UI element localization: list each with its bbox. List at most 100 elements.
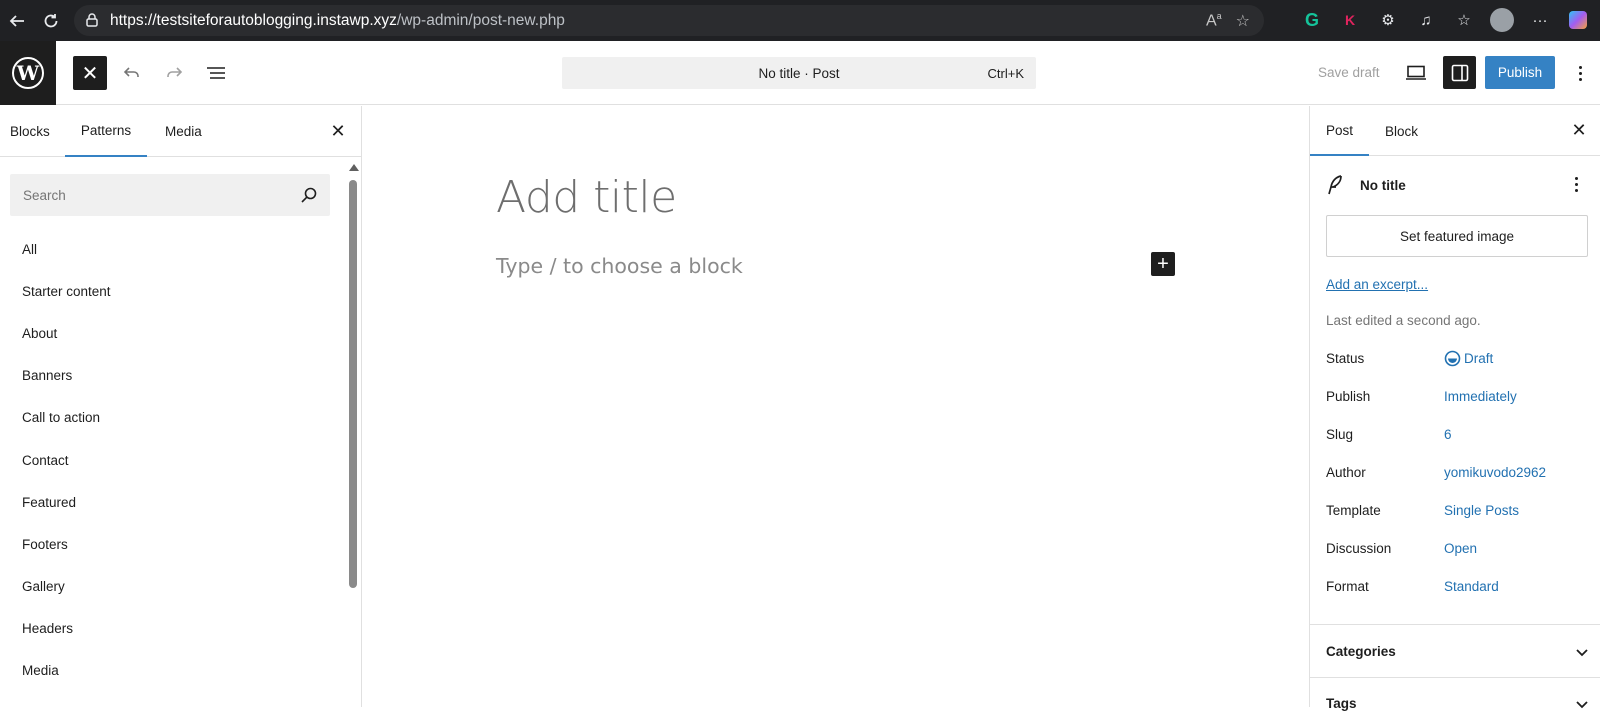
panel-divider (1310, 624, 1600, 625)
meta-label: Template (1326, 503, 1381, 518)
tab-blocks[interactable]: Blocks (10, 106, 50, 157)
scroll-up-arrow-icon[interactable] (349, 164, 359, 171)
favorite-star-icon[interactable]: ☆ (1236, 11, 1250, 31)
panel-title: Tags (1326, 696, 1357, 711)
chevron-down-icon (1576, 649, 1588, 657)
editor-header: W ✕ No title · Post Ctrl+K Save draft Pu… (0, 41, 1600, 105)
meta-row-format: Format Standard (1326, 577, 1588, 597)
read-aloud-icon[interactable]: Aa (1206, 11, 1222, 31)
category-call-to-action[interactable]: Call to action (0, 397, 340, 439)
extensions-puzzle-icon[interactable]: ⚙ (1376, 8, 1400, 32)
lock-icon[interactable] (84, 12, 100, 28)
scrollbar-thumb[interactable] (349, 180, 357, 588)
meta-row-template: Template Single Posts (1326, 501, 1588, 521)
save-draft-button[interactable]: Save draft (1318, 65, 1380, 80)
options-menu-icon[interactable] (1570, 61, 1590, 85)
panel-divider (1310, 677, 1600, 678)
meta-label: Publish (1326, 389, 1371, 404)
grammarly-extension-icon[interactable]: G (1300, 8, 1324, 32)
slug-button[interactable]: 6 (1444, 427, 1452, 442)
profile-avatar-icon[interactable] (1490, 8, 1514, 32)
meta-label: Format (1326, 579, 1369, 594)
preview-desktop-icon[interactable] (1402, 59, 1430, 87)
media-control-icon[interactable]: ♫ (1414, 8, 1438, 32)
tab-post[interactable]: Post (1310, 106, 1369, 156)
search-input[interactable] (10, 174, 290, 216)
category-headers[interactable]: Headers (0, 608, 340, 650)
status-value-button[interactable]: Draft (1464, 351, 1493, 366)
draft-status-icon[interactable] (1444, 350, 1461, 367)
categories-panel-toggle[interactable]: Categories (1326, 644, 1588, 664)
post-actions-menu-icon[interactable] (1570, 174, 1582, 194)
category-banners[interactable]: Banners (0, 355, 340, 397)
block-placeholder[interactable]: Type / to choose a block (496, 254, 743, 278)
close-icon[interactable]: ✕ (1569, 120, 1589, 140)
category-media[interactable]: Media (0, 650, 340, 692)
pattern-search[interactable] (10, 174, 330, 216)
meta-row-status: Status Draft (1326, 349, 1588, 369)
document-title: No title · Post (758, 65, 840, 81)
settings-sidebar-icon[interactable] (1443, 56, 1476, 89)
tab-patterns[interactable]: Patterns (65, 106, 147, 157)
tab-block[interactable]: Block (1385, 106, 1418, 156)
meta-label: Discussion (1326, 541, 1392, 556)
category-gallery[interactable]: Gallery (0, 566, 340, 608)
settings-sidebar: Post Block ✕ No title Set featured image… (1309, 106, 1600, 711)
publish-date-button[interactable]: Immediately (1444, 389, 1517, 404)
sidebar-tabs: Post Block ✕ (1310, 106, 1600, 156)
publish-button[interactable]: Publish (1485, 56, 1555, 89)
inserter-tabs: Blocks Patterns Media ✕ (0, 106, 362, 157)
meta-row-author: Author yomikuvodo2962 (1326, 463, 1588, 483)
add-block-plus-icon[interactable]: + (1151, 252, 1175, 276)
category-all[interactable]: All (0, 228, 340, 270)
redo-icon[interactable] (160, 59, 188, 87)
template-button[interactable]: Single Posts (1444, 503, 1519, 518)
last-edited-text: Last edited a second ago. (1326, 313, 1481, 328)
search-icon (301, 187, 317, 203)
discussion-button[interactable]: Open (1444, 541, 1477, 556)
format-button[interactable]: Standard (1444, 579, 1499, 594)
tags-panel-toggle[interactable]: Tags (1326, 696, 1588, 716)
feather-post-icon (1328, 175, 1342, 195)
category-starter-content[interactable]: Starter content (0, 270, 340, 312)
category-contact[interactable]: Contact (0, 439, 340, 481)
undo-icon[interactable] (118, 59, 146, 87)
add-excerpt-link[interactable]: Add an excerpt... (1326, 277, 1428, 292)
tab-media[interactable]: Media (165, 106, 202, 157)
meta-label: Author (1326, 465, 1366, 480)
address-bar[interactable]: https://testsiteforautoblogging.instawp.… (74, 5, 1264, 36)
k-extension-icon[interactable]: K (1338, 8, 1362, 32)
block-inserter-panel: Blocks Patterns Media ✕ All Starter cont… (0, 106, 362, 707)
inserter-scrollbar[interactable] (348, 162, 359, 707)
browser-toolbar: https://testsiteforautoblogging.instawp.… (0, 0, 1600, 41)
meta-label: Status (1326, 351, 1365, 366)
url-host: https://testsiteforautoblogging.instawp.… (110, 11, 397, 29)
command-shortcut: Ctrl+K (987, 66, 1024, 81)
post-title: No title (1360, 178, 1406, 193)
document-overview-icon[interactable] (202, 59, 230, 87)
favorites-icon[interactable]: ☆ (1452, 8, 1476, 32)
category-footers[interactable]: Footers (0, 523, 340, 565)
meta-row-slug: Slug 6 (1326, 425, 1588, 445)
meta-label: Slug (1326, 427, 1354, 442)
set-featured-image-button[interactable]: Set featured image (1326, 215, 1588, 257)
close-inserter-icon[interactable]: ✕ (73, 56, 107, 90)
author-button[interactable]: yomikuvodo2962 (1444, 465, 1546, 480)
back-arrow-icon[interactable] (0, 0, 34, 41)
category-featured[interactable]: Featured (0, 481, 340, 523)
close-icon[interactable]: ✕ (328, 121, 348, 141)
panel-title: Categories (1326, 644, 1396, 659)
post-title-placeholder[interactable]: Add title (496, 172, 677, 223)
copilot-icon[interactable] (1566, 8, 1590, 32)
reload-icon[interactable] (34, 0, 68, 41)
browser-menu-icon[interactable]: ··· (1528, 8, 1552, 32)
chevron-down-icon (1576, 701, 1588, 709)
editor-canvas[interactable]: Add title Type / to choose a block + (363, 106, 1309, 707)
pattern-category-list: All Starter content About Banners Call t… (0, 228, 340, 692)
meta-row-discussion: Discussion Open (1326, 539, 1588, 559)
wordpress-logo-icon[interactable]: W (0, 41, 56, 105)
url-path: /wp-admin/post-new.php (396, 11, 565, 29)
meta-row-publish: Publish Immediately (1326, 387, 1588, 407)
command-palette-bar[interactable]: No title · Post Ctrl+K (562, 57, 1036, 89)
category-about[interactable]: About (0, 312, 340, 354)
